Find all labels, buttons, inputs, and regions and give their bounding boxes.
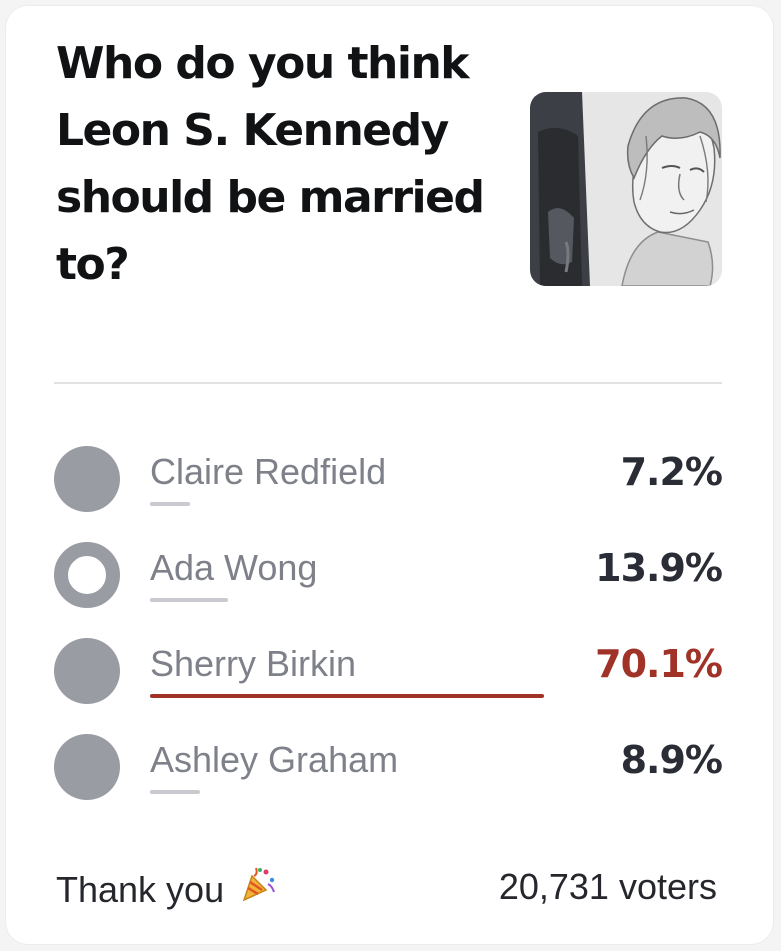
poll-question: Who do you think Leon S. Kennedy should … xyxy=(56,38,485,290)
option-percent: 7.2% xyxy=(620,450,723,494)
radio-icon xyxy=(54,734,120,800)
poll-thumbnail-image[interactable] xyxy=(530,92,722,286)
option-percent: 8.9% xyxy=(620,738,723,782)
result-bar xyxy=(150,502,544,508)
option-percent: 13.9% xyxy=(595,546,723,590)
party-popper-icon xyxy=(238,864,278,915)
poll-option-ada-wong[interactable]: Ada Wong 13.9% xyxy=(54,536,723,616)
result-bar-fill xyxy=(150,694,544,698)
thank-you-text: Thank you xyxy=(56,868,225,910)
radio-icon xyxy=(54,446,120,512)
poll-card: Who do you think Leon S. Kennedy should … xyxy=(6,6,773,944)
poll-option-sherry-birkin[interactable]: Sherry Birkin 70.1% xyxy=(54,632,723,712)
option-label: Claire Redfield xyxy=(150,451,387,492)
poll-option-ashley-graham[interactable]: Ashley Graham 8.9% xyxy=(54,728,723,808)
option-label: Ashley Graham xyxy=(150,739,399,780)
option-label: Sherry Birkin xyxy=(150,643,357,684)
option-percent: 70.1% xyxy=(595,642,723,686)
thank-you-message: Thank you xyxy=(56,864,278,915)
result-bar xyxy=(150,694,544,700)
result-bar-fill xyxy=(150,790,200,794)
poll-option-claire-redfield[interactable]: Claire Redfield 7.2% xyxy=(54,440,723,520)
voter-count: 20,731 voters xyxy=(498,866,717,907)
option-label: Ada Wong xyxy=(150,547,318,588)
result-bar xyxy=(150,790,544,796)
result-bar-fill xyxy=(150,502,190,506)
radio-selected-icon xyxy=(54,542,120,608)
result-bar xyxy=(150,598,544,604)
radio-icon xyxy=(54,638,120,704)
result-bar-fill xyxy=(150,598,228,602)
divider xyxy=(54,382,722,384)
